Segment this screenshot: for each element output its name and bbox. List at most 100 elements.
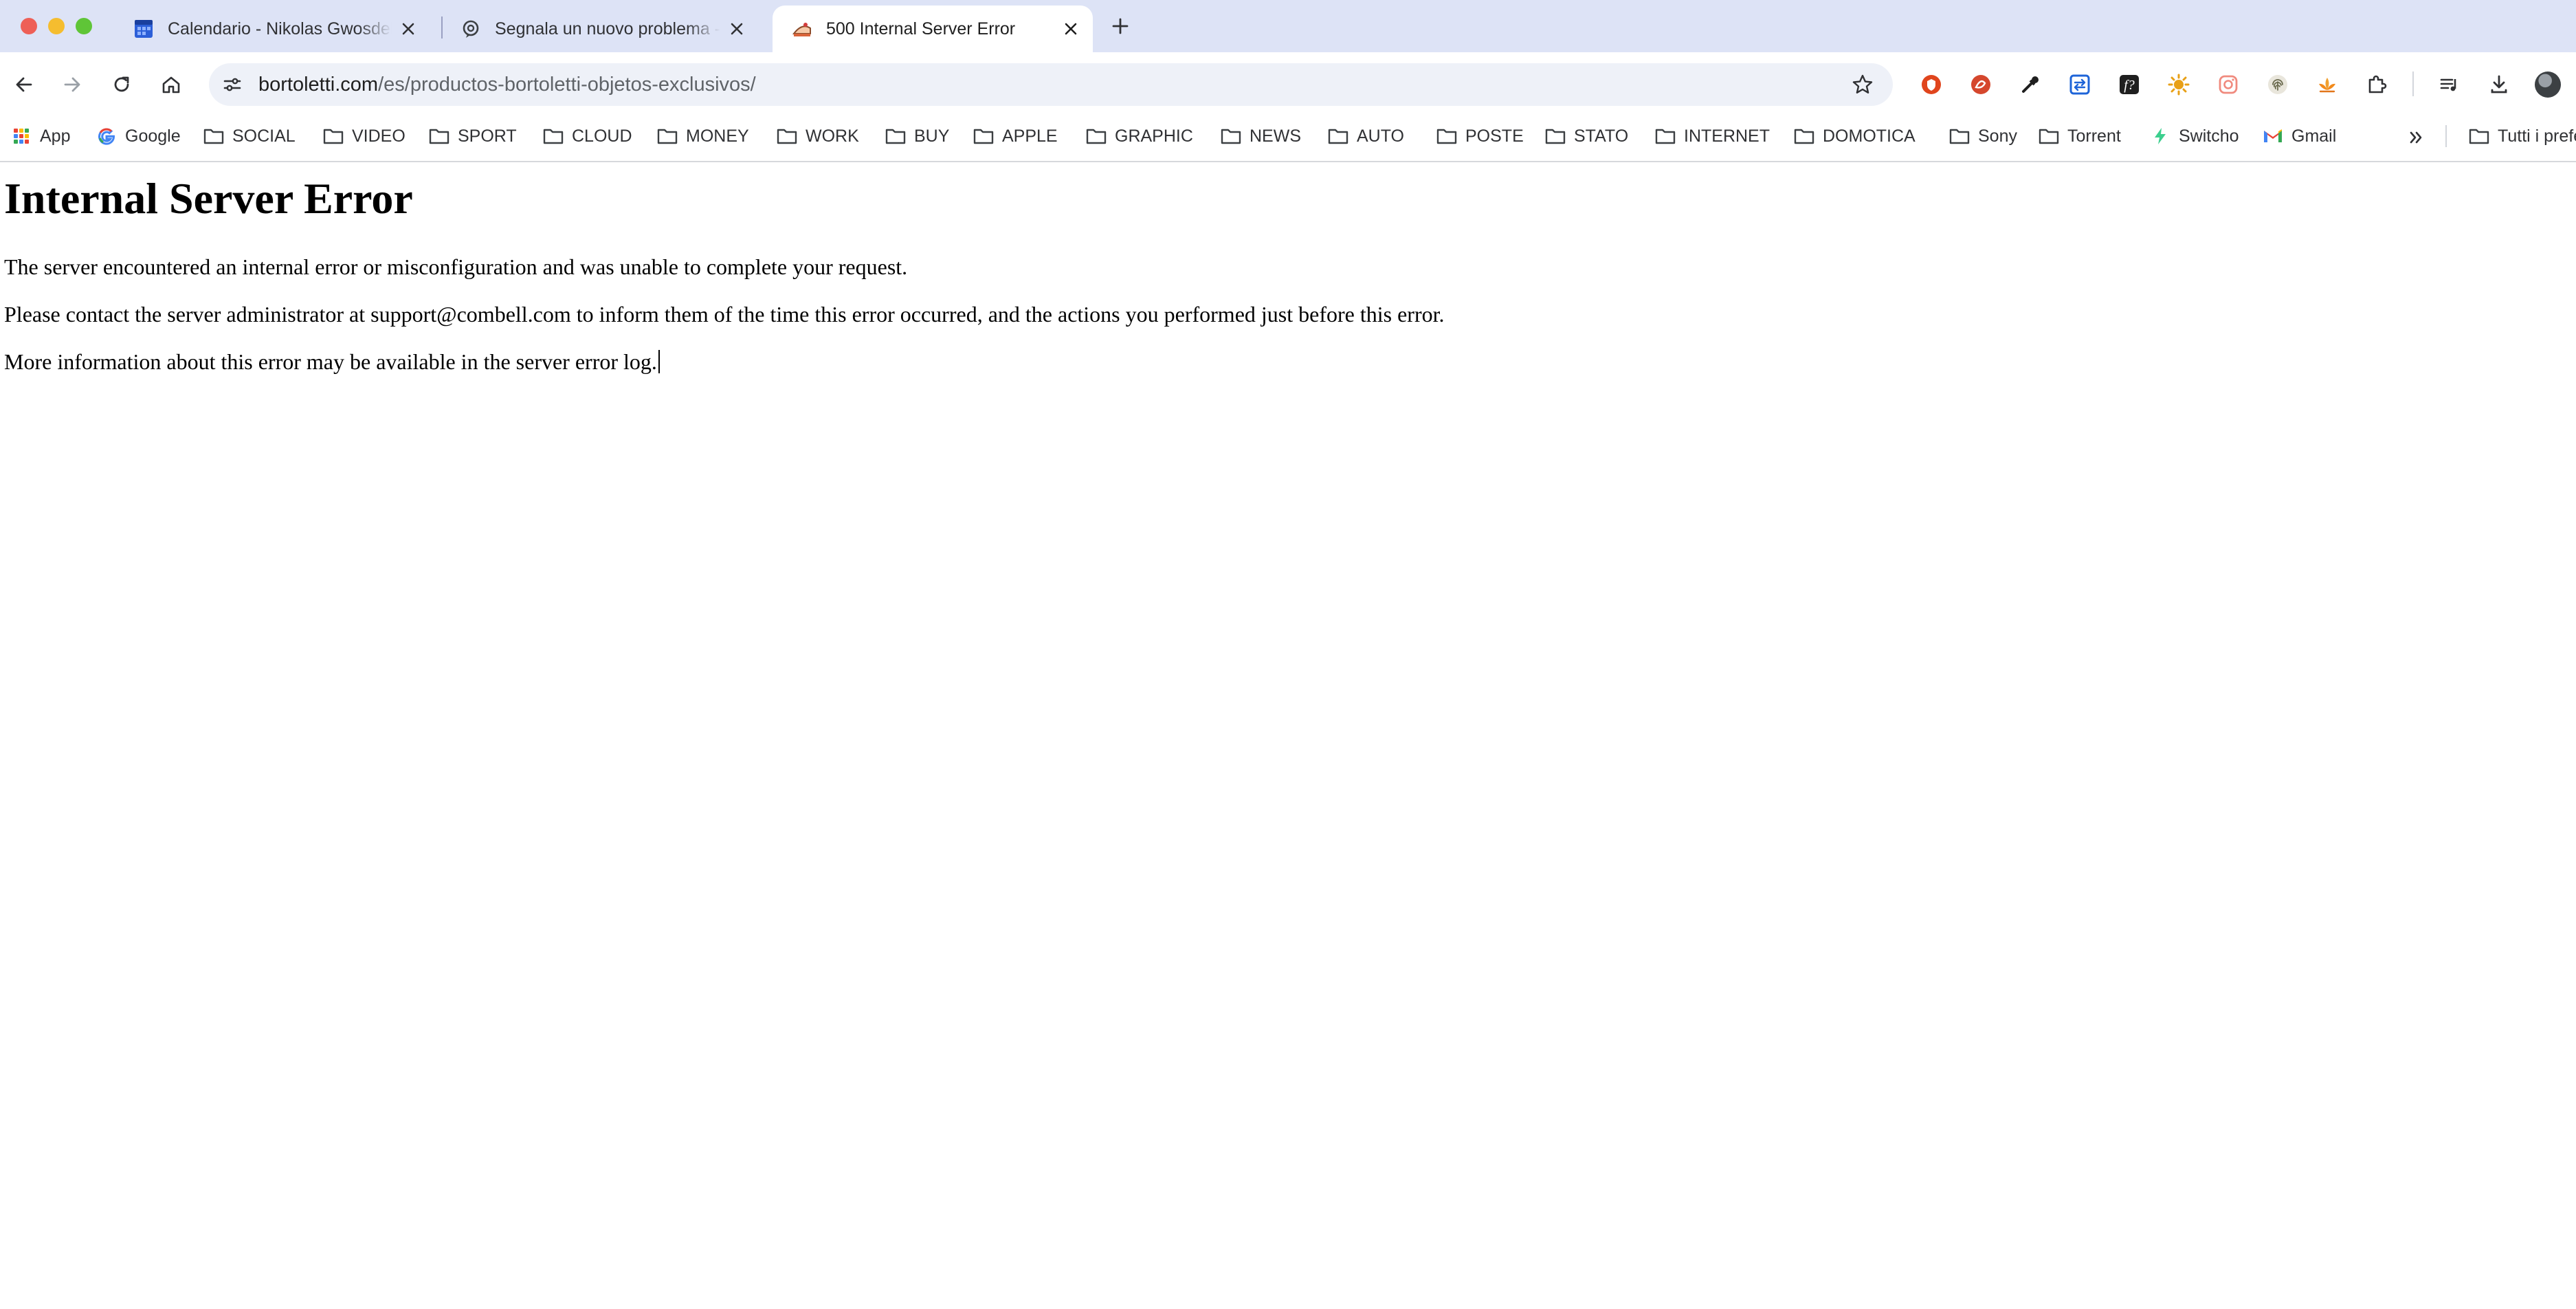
- reload-button[interactable]: [106, 69, 137, 100]
- tab-close-button[interactable]: [1058, 16, 1083, 41]
- folder-icon: [1086, 126, 1107, 146]
- pdf-icon[interactable]: [1967, 71, 1995, 98]
- bookmark-label: SPORT: [458, 126, 517, 146]
- tab-title: 500 Internal Server Error: [826, 19, 1016, 38]
- bookmark-label: CLOUD: [572, 126, 632, 146]
- window-zoom-button[interactable]: [76, 18, 92, 34]
- translate-icon[interactable]: [2066, 71, 2094, 98]
- brave-shield-icon[interactable]: [1918, 71, 1945, 98]
- eyedropper-icon[interactable]: [2017, 71, 2044, 98]
- folder-icon: [973, 126, 994, 146]
- bookmark-label: Torrent: [2067, 126, 2121, 146]
- bookmark-label: AUTO: [1357, 126, 1404, 146]
- bookmark-apple[interactable]: APPLE: [973, 122, 1058, 150]
- bookmark-star-button[interactable]: [1849, 71, 1876, 98]
- bookmark-label: Tutti i preferiti: [2498, 126, 2576, 146]
- support-icon: [460, 19, 481, 39]
- tab-500-error[interactable]: 500 Internal Server Error: [773, 6, 1093, 52]
- fingerprint-icon[interactable]: [2264, 71, 2291, 98]
- bookmark-label: Google: [125, 126, 181, 146]
- error-heading: Internal Server Error: [4, 174, 413, 223]
- lotus-icon[interactable]: [2313, 71, 2341, 98]
- folder-icon: [2039, 126, 2059, 146]
- folder-icon: [885, 126, 906, 146]
- bookmarks-separator: [2445, 125, 2447, 147]
- error-paragraph-3-text: More information about this error may be…: [4, 349, 657, 374]
- bookmark-label: STATO: [1574, 126, 1629, 146]
- bookmark-work[interactable]: WORK: [777, 122, 859, 150]
- bookmark-news[interactable]: NEWS: [1221, 122, 1301, 150]
- tab-close-button[interactable]: [724, 16, 749, 41]
- folder-icon: [777, 126, 797, 146]
- error-paragraph-2: Please contact the server administrator …: [4, 302, 1445, 327]
- bookmark-label: DOMOTICA: [1823, 126, 1916, 146]
- bookmark-internet[interactable]: INTERNET: [1655, 122, 1770, 150]
- tab-segnala[interactable]: Segnala un nuovo problema -: [441, 6, 759, 52]
- text-caret: [658, 350, 660, 373]
- gmail-icon: [2263, 126, 2283, 146]
- bookmark-video[interactable]: VIDEO: [323, 122, 406, 150]
- bookmark-money[interactable]: MONEY: [657, 122, 749, 150]
- folder-icon: [1949, 126, 1970, 146]
- url-host: bortoletti.com: [258, 74, 379, 96]
- avatar[interactable]: [2535, 72, 2561, 98]
- folder-icon: [1436, 126, 1457, 146]
- folder-icon: [1545, 126, 1566, 146]
- close-icon: [402, 23, 414, 35]
- star-icon: [1852, 74, 1873, 94]
- bookmark-label: GRAPHIC: [1115, 126, 1193, 146]
- calendar-icon: [133, 19, 154, 39]
- bookmark-switcho[interactable]: Switcho: [2150, 122, 2239, 150]
- new-tab-button[interactable]: [1107, 12, 1134, 40]
- tab-title: Calendario - Nikolas Gwosdek: [168, 19, 392, 38]
- folder-icon: [323, 126, 344, 146]
- bookmark-cloud[interactable]: CLOUD: [543, 122, 632, 150]
- bookmark-label: INTERNET: [1684, 126, 1770, 146]
- bookmark-buy[interactable]: BUY: [885, 122, 949, 150]
- all-bookmarks-folder[interactable]: Tutti i preferiti: [2469, 122, 2576, 150]
- bookmark-label: WORK: [806, 126, 859, 146]
- media-queue-icon[interactable]: [2436, 71, 2463, 98]
- window-minimize-button[interactable]: [48, 18, 65, 34]
- forward-button[interactable]: [56, 69, 88, 100]
- folder-icon: [429, 126, 449, 146]
- bookmark-poste[interactable]: POSTE: [1436, 122, 1524, 150]
- download-icon[interactable]: [2485, 71, 2513, 98]
- bookmark-stato[interactable]: STATO: [1545, 122, 1628, 150]
- bookmark-label: Gmail: [2291, 126, 2337, 146]
- plus-icon: [1112, 18, 1129, 34]
- folder-icon: [203, 126, 224, 146]
- bookmark-domotica[interactable]: DOMOTICA: [1794, 122, 1916, 150]
- instagram-icon[interactable]: [2214, 71, 2242, 98]
- more-bookmarks-button[interactable]: [2403, 124, 2430, 151]
- bookmark-torrent[interactable]: Torrent: [2039, 122, 2121, 150]
- font-icon[interactable]: f?: [2116, 71, 2143, 98]
- bookmark-auto[interactable]: AUTO: [1328, 122, 1404, 150]
- bookmark-label: APPLE: [1002, 126, 1058, 146]
- folder-icon: [1328, 126, 1348, 146]
- bookmark-social[interactable]: SOCIAL: [203, 122, 296, 150]
- folder-icon: [1221, 126, 1241, 146]
- bookmark-sport[interactable]: SPORT: [429, 122, 517, 150]
- bookmark-gmail[interactable]: Gmail: [2263, 122, 2336, 150]
- bookmark-google[interactable]: Google: [96, 122, 181, 150]
- home-icon: [162, 76, 180, 94]
- puzzle-icon[interactable]: [2363, 71, 2390, 98]
- sun-icon[interactable]: [2165, 71, 2192, 98]
- tab-close-button[interactable]: [396, 16, 421, 41]
- bookmark-graphic[interactable]: GRAPHIC: [1086, 122, 1193, 150]
- folder-icon: [1794, 126, 1814, 146]
- svg-text:f?: f?: [2124, 78, 2135, 93]
- folder-icon: [2469, 126, 2489, 146]
- site-info-button[interactable]: [219, 71, 246, 98]
- bookmark-sony[interactable]: Sony: [1949, 122, 2017, 150]
- back-button[interactable]: [8, 69, 40, 100]
- bookmark-app[interactable]: App: [11, 122, 70, 150]
- google-icon: [96, 126, 117, 146]
- home-button[interactable]: [155, 69, 187, 100]
- folder-icon: [1655, 126, 1676, 146]
- url-text[interactable]: bortoletti.com/es/productos-bortoletti-o…: [258, 63, 756, 106]
- bookmark-label: App: [40, 126, 71, 146]
- tab-calendario[interactable]: Calendario - Nikolas Gwosdek: [114, 6, 430, 52]
- window-close-button[interactable]: [21, 18, 37, 34]
